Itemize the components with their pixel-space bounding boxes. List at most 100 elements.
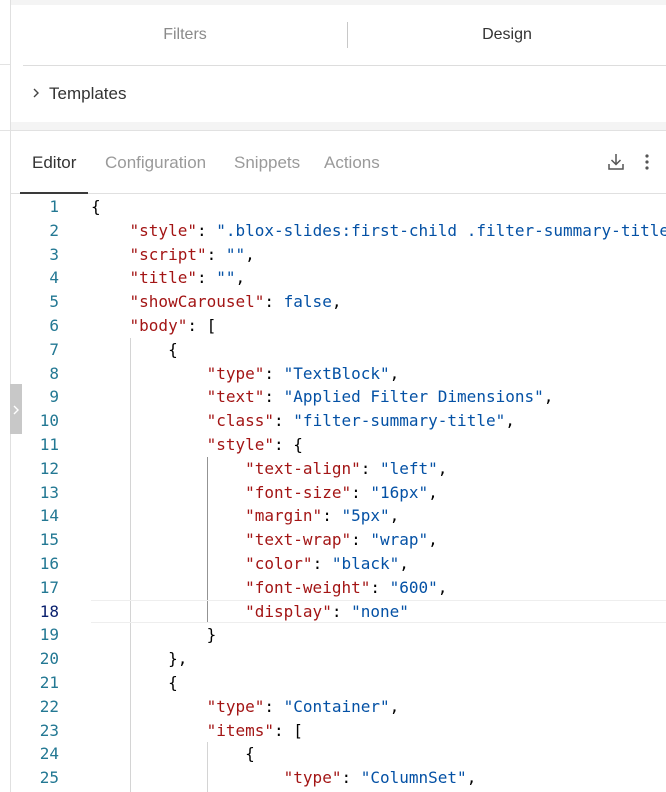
tab-editor[interactable]: Editor — [19, 131, 89, 194]
code-line[interactable]: 23 "items": [ — [11, 719, 666, 743]
json-punctuation: : — [264, 292, 284, 312]
code-line[interactable]: 6 "body": [ — [11, 314, 666, 338]
code-line[interactable]: 24 { — [11, 742, 666, 766]
code-line[interactable]: 14 "margin": "5px", — [11, 504, 666, 528]
templates-section-toggle[interactable]: Templates — [23, 66, 666, 121]
json-punctuation: } — [91, 625, 217, 645]
json-string: "wrap" — [370, 530, 429, 550]
code-line[interactable]: 8 "type": "TextBlock", — [11, 362, 666, 386]
line-number: 24 — [39, 744, 59, 764]
json-punctuation: , — [437, 577, 448, 597]
code-line[interactable]: 16 "color": "black", — [11, 552, 666, 576]
code-line[interactable]: 15 "text-wrap": "wrap", — [11, 528, 666, 552]
line-number: 14 — [39, 506, 59, 526]
json-punctuation: }, — [91, 649, 188, 669]
json-key: "text" — [206, 387, 265, 407]
code-editor[interactable]: 1{2 "style": ".blox-slides:first-child .… — [11, 195, 666, 792]
code-line[interactable]: 5 "showCarousel": false, — [11, 290, 666, 314]
json-punctuation: { — [91, 672, 178, 692]
json-punctuation: , — [389, 506, 400, 526]
json-punctuation: { — [91, 339, 178, 359]
more-vertical-icon[interactable] — [640, 151, 654, 173]
code-line[interactable]: 18 "display": "none" — [11, 599, 666, 624]
code-text: "text-align": "left", — [91, 457, 447, 481]
json-punctuation: : — [264, 696, 284, 716]
code-line[interactable]: 21 { — [11, 671, 666, 695]
line-number: 25 — [39, 768, 59, 788]
code-line[interactable]: 1{ — [11, 195, 666, 219]
code-line[interactable]: 22 "type": "Container", — [11, 695, 666, 719]
json-punctuation — [91, 768, 284, 787]
filters-design-switch: Filters Design — [23, 5, 666, 66]
tab-design[interactable]: Design — [347, 5, 666, 65]
json-punctuation — [91, 292, 130, 311]
json-punctuation: , — [505, 411, 515, 431]
json-string: "left" — [379, 458, 438, 478]
json-key: "items" — [206, 720, 275, 740]
line-number: 3 — [49, 244, 59, 264]
collapse-panel-handle[interactable] — [10, 384, 22, 434]
json-key: "class" — [206, 411, 275, 431]
code-line[interactable]: 7 { — [11, 338, 666, 362]
json-key: "type" — [206, 696, 265, 716]
code-line[interactable]: 17 "font-weight": "600", — [11, 576, 666, 600]
json-punctuation: : — [360, 458, 380, 478]
json-string: "Applied Filter Dimensions" — [283, 387, 544, 407]
json-key: "showCarousel" — [129, 292, 265, 312]
code-line[interactable]: 19 } — [11, 623, 666, 647]
code-line[interactable]: 25 "type": "ColumnSet", — [11, 766, 666, 790]
json-key: "font-weight" — [245, 577, 371, 597]
json-punctuation: : — [196, 220, 217, 240]
code-text: "type": "ColumnSet", — [91, 766, 477, 790]
line-number: 5 — [49, 292, 59, 312]
json-punctuation: { — [91, 744, 255, 764]
json-key: "type" — [283, 768, 342, 788]
code-text: "display": "none" — [91, 600, 409, 624]
tab-snippets[interactable]: Snippets — [234, 131, 300, 193]
code-line[interactable]: 2 "style": ".blox-slides:first-child .fi… — [11, 219, 666, 243]
json-key: "color" — [245, 553, 313, 573]
code-text: "showCarousel": false, — [91, 290, 342, 314]
json-punctuation — [91, 721, 207, 740]
section-separator — [11, 122, 666, 131]
code-line[interactable]: 20 }, — [11, 647, 666, 671]
line-number: 21 — [39, 672, 59, 692]
json-punctuation: : { — [274, 434, 303, 454]
code-line[interactable]: 3 "script": "", — [11, 243, 666, 267]
code-line[interactable]: 10 "class": "filter-summary-title", — [11, 409, 666, 433]
code-text: "type": "Container", — [91, 695, 400, 719]
json-punctuation: : — [264, 387, 284, 407]
json-string: "filter-summary-title" — [293, 411, 506, 431]
code-line[interactable]: 4 "title": "", — [11, 266, 666, 290]
json-boolean: false — [283, 292, 332, 312]
code-line[interactable]: 11 "style": { — [11, 433, 666, 457]
json-punctuation — [91, 387, 207, 406]
json-punctuation: , — [389, 696, 400, 716]
json-punctuation: , — [331, 292, 342, 312]
json-punctuation: : [ — [274, 720, 303, 740]
tab-actions[interactable]: Actions — [324, 131, 380, 193]
line-number: 18 — [39, 601, 59, 621]
code-text: "title": "", — [91, 266, 246, 290]
line-number: 7 — [49, 339, 59, 359]
json-string: "Container" — [283, 696, 390, 716]
json-punctuation — [91, 697, 207, 716]
tab-filters[interactable]: Filters — [23, 5, 347, 65]
json-punctuation — [91, 578, 245, 597]
json-key: "text-wrap" — [245, 530, 352, 550]
json-string: "TextBlock" — [283, 363, 390, 383]
json-punctuation: : — [322, 506, 342, 526]
download-icon[interactable] — [606, 151, 626, 173]
code-line[interactable]: 9 "text": "Applied Filter Dimensions", — [11, 385, 666, 409]
json-punctuation: , — [245, 244, 255, 264]
code-text: { — [91, 338, 178, 362]
code-text: }, — [91, 647, 187, 671]
json-key: "script" — [129, 244, 207, 264]
code-line[interactable]: 13 "font-size": "16px", — [11, 481, 666, 505]
code-text: { — [91, 195, 101, 219]
json-key: "style" — [129, 220, 197, 240]
editor-tabs: Editor Configuration Snippets Actions — [11, 131, 666, 194]
json-punctuation: , — [428, 482, 438, 502]
code-line[interactable]: 12 "text-align": "left", — [11, 457, 666, 481]
tab-configuration[interactable]: Configuration — [105, 131, 206, 193]
